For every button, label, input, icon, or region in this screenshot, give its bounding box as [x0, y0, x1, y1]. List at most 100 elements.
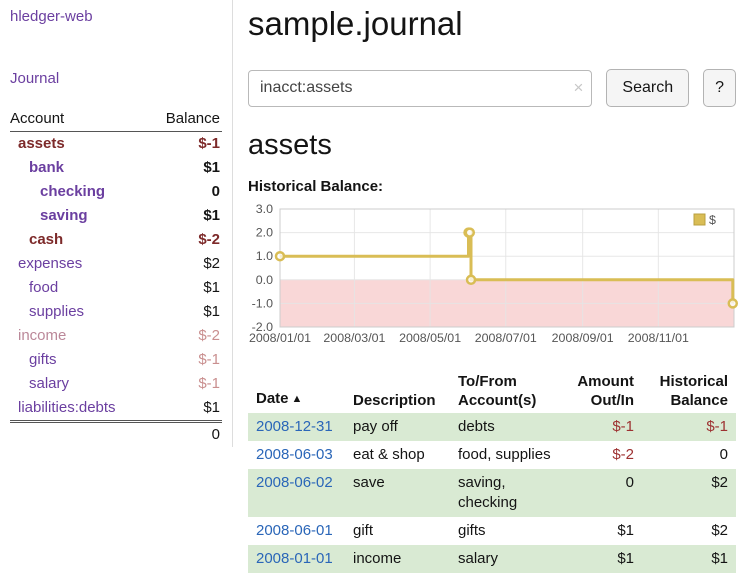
transaction-row: 2008-01-01incomesalary$1$1 — [248, 545, 736, 573]
transaction-date-link[interactable]: 2008-12-31 — [256, 418, 333, 435]
account-balance: $-1 — [148, 372, 222, 396]
x-tick-label: 2008/09/01 — [552, 331, 614, 345]
register-column-header[interactable]: Date▲ — [248, 369, 345, 413]
account-row: salary $-1 — [10, 372, 222, 396]
register-column-header: Description — [345, 369, 450, 413]
app-title-link[interactable]: hledger-web — [10, 8, 222, 25]
y-tick-label: 3.0 — [256, 202, 273, 216]
account-balance: $-1 — [148, 132, 222, 157]
data-point-marker — [729, 299, 737, 307]
x-tick-label: 2008/11/01 — [628, 331, 689, 345]
y-tick-label: 0.0 — [256, 273, 273, 287]
chart-canvas: 3.02.01.00.0-1.0-2.02008/01/012008/03/01… — [248, 203, 738, 350]
x-tick-label: 2008/05/01 — [399, 331, 461, 345]
transaction-date-link[interactable]: 2008-06-03 — [256, 446, 333, 463]
app-window: hledger-web Journal Account Balance asse… — [0, 0, 742, 573]
transaction-balance: $1 — [642, 545, 736, 573]
account-row: income$-2 — [10, 324, 222, 348]
account-balance: $2 — [148, 252, 222, 276]
account-balance: $1 — [148, 276, 222, 300]
sidebar-account-link[interactable]: expenses — [18, 255, 82, 272]
register-column-header: To/From Account(s) — [450, 369, 568, 413]
sidebar-account-link[interactable]: assets — [18, 135, 65, 152]
transaction-accounts: debts — [450, 413, 568, 441]
sidebar-account-link[interactable]: checking — [40, 183, 105, 200]
account-row: saving$1 — [10, 204, 222, 228]
data-point-marker — [466, 229, 474, 237]
register-column-header: Amount Out/In — [568, 369, 642, 413]
transaction-description: income — [345, 545, 450, 573]
account-row: checking 0 — [10, 180, 222, 204]
sidebar-account-link[interactable]: saving — [40, 207, 88, 224]
page-title: sample.journal — [248, 4, 736, 44]
transaction-row: 2008-06-03eat & shopfood, supplies$-20 — [248, 441, 736, 469]
accounts-header-balance: Balance — [148, 108, 222, 132]
sidebar-account-link[interactable]: food — [29, 279, 58, 296]
account-balance: $1 — [148, 396, 222, 422]
historical-balance-chart: 3.02.01.00.0-1.0-2.02008/01/012008/03/01… — [248, 203, 736, 351]
clear-search-icon[interactable]: × — [573, 78, 583, 98]
account-balance: 0 — [148, 180, 222, 204]
chart-title: Historical Balance: — [248, 178, 736, 195]
data-point-marker — [467, 276, 475, 284]
total-balance: 0 — [148, 422, 222, 448]
sort-ascending-icon[interactable]: ▲ — [292, 393, 303, 405]
transaction-accounts: gifts — [450, 517, 568, 545]
help-button[interactable]: ? — [703, 69, 736, 107]
legend-label: $ — [709, 213, 716, 227]
register-column-header: Historical Balance — [642, 369, 736, 413]
main-content: sample.journal × Search ? assets Histori… — [233, 0, 742, 573]
sidebar-account-link[interactable]: liabilities:debts — [18, 399, 116, 416]
account-row: food $1 — [10, 276, 222, 300]
search-button[interactable]: Search — [606, 69, 689, 107]
transaction-amount: $-1 — [568, 413, 642, 441]
sidebar-account-link[interactable]: salary — [29, 375, 69, 392]
sidebar-account-link[interactable]: bank — [29, 159, 64, 176]
sidebar-item-journal[interactable]: Journal — [10, 70, 222, 87]
search-field-wrap: × — [248, 70, 592, 107]
account-balance: $1 — [148, 156, 222, 180]
transaction-description: pay off — [345, 413, 450, 441]
transaction-description: eat & shop — [345, 441, 450, 469]
transaction-amount: $1 — [568, 517, 642, 545]
search-bar: × Search ? — [248, 69, 736, 107]
data-point-marker — [276, 252, 284, 260]
y-tick-label: 1.0 — [256, 249, 273, 263]
account-row: assets $-1 — [10, 132, 222, 157]
accounts-total-row: 0 — [10, 422, 222, 448]
search-input[interactable] — [248, 70, 592, 107]
transaction-amount: $-2 — [568, 441, 642, 469]
transaction-date-link[interactable]: 2008-06-02 — [256, 474, 333, 491]
y-tick-label: -1.0 — [252, 296, 273, 310]
transaction-description: save — [345, 469, 450, 517]
transaction-date-link[interactable]: 2008-06-01 — [256, 522, 333, 539]
account-heading: assets — [248, 129, 736, 162]
sidebar-account-link[interactable]: cash — [29, 231, 63, 248]
transaction-accounts: saving, checking — [450, 469, 568, 517]
transaction-balance: $2 — [642, 469, 736, 517]
transaction-row: 2008-06-02 savesaving, checking0$2 — [248, 469, 736, 517]
sidebar-account-link[interactable]: gifts — [29, 351, 57, 368]
transaction-amount: $1 — [568, 545, 642, 573]
accounts-body: assets$-1bank$1checking0saving$1cash$-2e… — [10, 132, 222, 422]
transaction-date-link[interactable]: 2008-01-01 — [256, 550, 333, 567]
legend-swatch — [694, 214, 705, 225]
register-header-row: Date▲DescriptionTo/From Account(s)Amount… — [248, 369, 736, 413]
transaction-balance: $2 — [642, 517, 736, 545]
sidebar: hledger-web Journal Account Balance asse… — [0, 0, 233, 447]
account-row: bank $1 — [10, 156, 222, 180]
account-balance: $-2 — [148, 228, 222, 252]
transaction-amount: 0 — [568, 469, 642, 517]
x-tick-label: 2008/03/01 — [323, 331, 385, 345]
transaction-balance: 0 — [642, 441, 736, 469]
register-table: Date▲DescriptionTo/From Account(s)Amount… — [248, 369, 736, 573]
x-tick-label: 2008/01/01 — [249, 331, 311, 345]
account-row: liabilities:debts $1 — [10, 396, 222, 422]
transaction-balance: $-1 — [642, 413, 736, 441]
account-row: gifts$-1 — [10, 348, 222, 372]
sidebar-account-link[interactable]: income — [18, 327, 66, 344]
accounts-table: Account Balance assets$-1bank$1checking0… — [10, 108, 222, 447]
transaction-row: 2008-06-01giftgifts$1$2 — [248, 517, 736, 545]
sidebar-account-link[interactable]: supplies — [29, 303, 84, 320]
x-tick-label: 2008/07/01 — [475, 331, 537, 345]
